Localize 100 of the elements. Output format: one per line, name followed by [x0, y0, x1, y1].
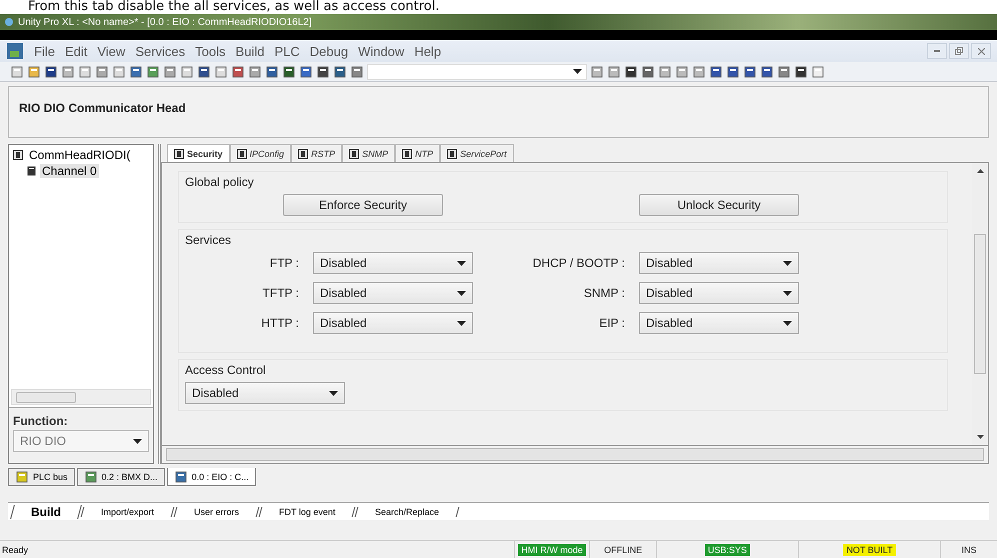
toolbar-icon[interactable]: [95, 64, 109, 78]
toolbar-icon[interactable]: [675, 64, 689, 78]
service-label: SNMP :: [582, 286, 626, 300]
access-control-select[interactable]: Disabled: [185, 382, 345, 404]
down-arrow-icon[interactable]: [976, 435, 984, 439]
tree-item[interactable]: Channel 0: [40, 164, 99, 178]
toolbar-icon[interactable]: [641, 64, 655, 78]
document-tab[interactable]: 0.2 : BMX D...: [76, 468, 165, 486]
toolbar-icon[interactable]: [163, 64, 177, 78]
menu-item[interactable]: PLC: [274, 44, 300, 58]
toolbar-icon[interactable]: [777, 64, 791, 78]
toolbar-icon[interactable]: [146, 64, 160, 78]
toolbar-icon[interactable]: [658, 64, 672, 78]
module-icon: [349, 148, 360, 158]
help-icon[interactable]: [811, 64, 825, 78]
service-select[interactable]: Disabled: [639, 312, 799, 334]
module-icon: [174, 148, 184, 158]
menu-item[interactable]: Edit: [64, 44, 88, 58]
module-icon[interactable]: [174, 470, 188, 484]
toolbar-icon[interactable]: [129, 64, 143, 78]
group-title: Access Control: [185, 363, 267, 377]
toolbar-icon[interactable]: [709, 64, 723, 78]
toolbar-icon[interactable]: [333, 64, 347, 78]
caret-icon: [133, 438, 142, 444]
close-button[interactable]: [971, 43, 991, 59]
document-icon: [27, 166, 36, 176]
toolbar-icon[interactable]: [316, 64, 330, 78]
service-select[interactable]: Disabled: [313, 312, 473, 334]
output-tab[interactable]: User errors: [174, 506, 260, 516]
group-title: Services: [185, 233, 232, 247]
toolbar-icon[interactable]: [61, 64, 75, 78]
tab[interactable]: SNMP: [342, 144, 396, 162]
menu-item[interactable]: Build: [236, 44, 264, 58]
module-icon: [447, 148, 458, 158]
document-tab[interactable]: PLC bus: [8, 468, 75, 486]
toolbar-icon[interactable]: [350, 64, 364, 78]
service-label: FTP :: [268, 256, 300, 270]
module-icon: [402, 148, 412, 158]
module-icon[interactable]: [84, 470, 98, 484]
tab[interactable]: Security: [167, 144, 230, 162]
service-select[interactable]: Disabled: [313, 252, 473, 274]
module-icon[interactable]: [15, 470, 29, 484]
toolbar-icon[interactable]: [44, 64, 58, 78]
caret-icon: [457, 260, 466, 266]
output-tab[interactable]: Search/Replace: [355, 506, 460, 516]
status-field: USB:SYS: [704, 544, 750, 556]
toolbar-icon[interactable]: [624, 64, 638, 78]
toolbar-icon[interactable]: [299, 64, 313, 78]
service-label: HTTP :: [260, 316, 300, 330]
toolbar-icon[interactable]: [692, 64, 706, 78]
service-select[interactable]: Disabled: [313, 282, 473, 304]
output-tab[interactable]: Build: [10, 504, 82, 518]
toolbar-icon[interactable]: [197, 64, 211, 78]
menu-item[interactable]: File: [34, 44, 55, 58]
caret-icon: [457, 290, 466, 296]
toolbar-icon[interactable]: [794, 64, 808, 78]
menu-item[interactable]: Debug: [310, 44, 348, 58]
status-message: Ready: [2, 544, 30, 554]
minimize-button[interactable]: [927, 43, 947, 59]
tab[interactable]: IPConfig: [230, 144, 292, 162]
window-title: Unity Pro XL : <No name>* - [0.0 : EIO : CommHeadRIODIO16L2]: [18, 16, 312, 28]
service-select[interactable]: Disabled: [639, 252, 799, 274]
editor-title: RIO DIO Communicator Head: [8, 86, 989, 138]
toolbar-icon[interactable]: [248, 64, 262, 78]
tab[interactable]: RSTP: [291, 144, 342, 162]
toolbar-icon[interactable]: [607, 64, 621, 78]
tree-item[interactable]: CommHeadRIODI(: [27, 148, 132, 162]
restore-button[interactable]: [949, 43, 969, 59]
output-tab[interactable]: FDT log event: [258, 506, 356, 516]
tab[interactable]: NTP: [395, 144, 440, 162]
app-icon: [6, 42, 24, 60]
toolbar-icon[interactable]: [27, 64, 41, 78]
menu-item[interactable]: Window: [358, 44, 404, 58]
document-tab[interactable]: 0.0 : EIO : C...: [166, 468, 256, 486]
tab[interactable]: ServicePort: [440, 144, 514, 162]
toolbar-icon[interactable]: [231, 64, 245, 78]
menu-item[interactable]: Help: [414, 44, 442, 58]
caret-icon: [329, 390, 338, 396]
status-field: HMI R/W mode: [518, 544, 586, 556]
caret-icon: [783, 290, 792, 296]
toolbar-icon[interactable]: [726, 64, 740, 78]
toolbar-icon[interactable]: [265, 64, 279, 78]
close-icon: [978, 48, 984, 54]
toolbar-icon[interactable]: [282, 64, 296, 78]
menu-item[interactable]: Tools: [195, 44, 226, 58]
toolbar-icon[interactable]: [743, 64, 757, 78]
toolbar-icon[interactable]: [590, 64, 604, 78]
menu-item[interactable]: Services: [135, 44, 186, 58]
service-select[interactable]: Disabled: [639, 282, 799, 304]
security-button[interactable]: Unlock Security: [639, 194, 799, 216]
status-field: OFFLINE: [601, 544, 646, 556]
module-icon: [13, 150, 23, 160]
scrollbar[interactable]: [161, 446, 989, 464]
output-tab[interactable]: Import/export: [80, 506, 174, 516]
toolbar-icon[interactable]: [760, 64, 774, 78]
status-field: NOT BUILT: [843, 544, 896, 556]
menu-item[interactable]: View: [97, 44, 126, 58]
up-arrow-icon[interactable]: [976, 169, 984, 173]
security-button[interactable]: Enforce Security: [283, 194, 443, 216]
function-select[interactable]: RIO DIO: [13, 430, 149, 452]
